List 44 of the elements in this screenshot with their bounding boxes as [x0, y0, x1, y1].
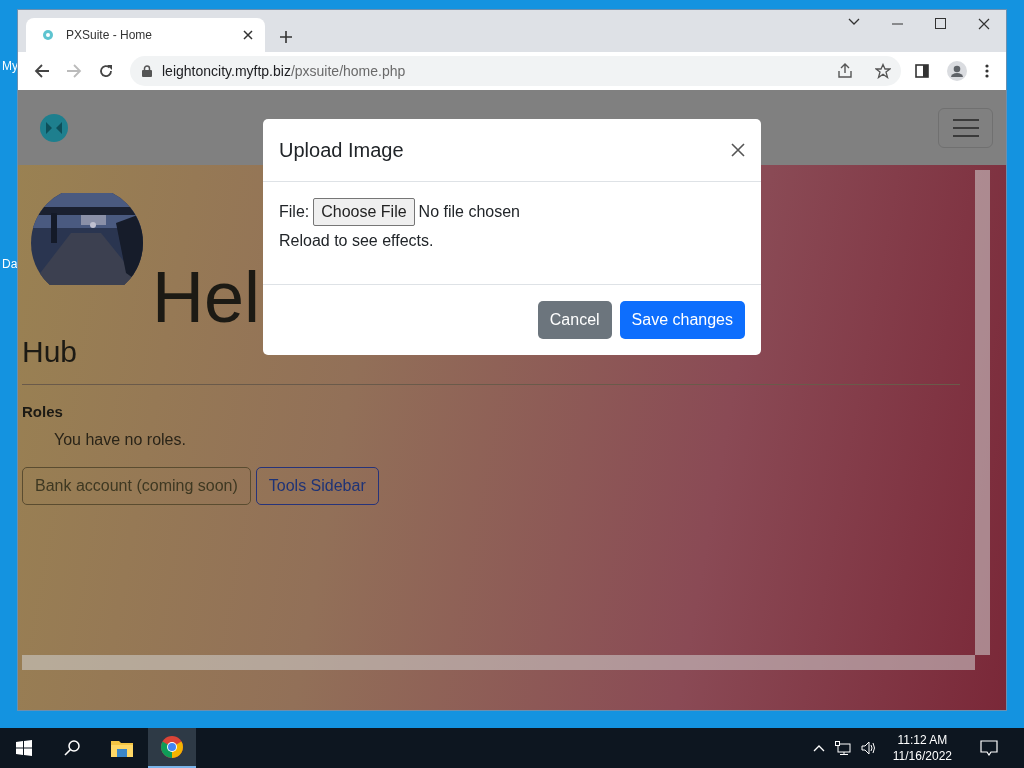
chevron-down-icon[interactable]: [848, 18, 860, 26]
browser-tab[interactable]: PXSuite - Home: [26, 18, 265, 52]
scrollbar[interactable]: [975, 170, 990, 655]
desktop-icon-label: Da: [2, 257, 18, 271]
new-tab-icon[interactable]: [279, 30, 293, 44]
sidebar-icon[interactable]: [915, 64, 929, 78]
scrollbar[interactable]: [22, 655, 975, 670]
speaker-icon[interactable]: [860, 741, 877, 755]
more-menu-icon[interactable]: [985, 64, 989, 78]
section-label: Roles: [22, 403, 64, 420]
profile-icon[interactable]: [947, 61, 967, 81]
roles-message: You have no roles.: [54, 431, 187, 449]
page-subheading: Hub: [22, 335, 79, 367]
network-icon[interactable]: [834, 741, 851, 755]
cancel-button[interactable]: Cancel: [537, 301, 612, 339]
share-icon[interactable]: [837, 63, 853, 79]
browser-icon: [160, 735, 184, 759]
taskbar-app[interactable]: [148, 728, 196, 768]
notification-icon[interactable]: [980, 740, 998, 756]
search-icon[interactable]: [64, 740, 80, 756]
clock[interactable]: 11:12 AM 11/16/2022: [892, 732, 952, 764]
caret-up-icon[interactable]: [812, 744, 825, 752]
field-label: File:: [279, 203, 310, 221]
choose-file-button[interactable]: Choose File: [313, 198, 415, 226]
menu-button[interactable]: [938, 107, 993, 148]
url-text: leightoncity.myftp.biz/pxsuite/home.php: [162, 63, 406, 79]
lock-icon: [142, 65, 152, 77]
windows-start-icon[interactable]: [16, 740, 32, 756]
close-icon[interactable]: [243, 30, 253, 40]
back-arrow-icon[interactable]: [34, 63, 50, 79]
star-icon[interactable]: [875, 63, 891, 79]
help-text: Reload to see effects.: [279, 232, 435, 250]
desktop-icon-label: My: [2, 59, 18, 73]
file-status: No file chosen: [418, 203, 520, 221]
close-icon[interactable]: [731, 143, 745, 157]
page-heading: Hel: [152, 261, 261, 333]
modal-title: Upload Image: [279, 138, 404, 162]
maximize-icon[interactable]: [935, 18, 946, 29]
address-bar[interactable]: leightoncity.myftp.biz/pxsuite/home.php: [130, 56, 901, 86]
reload-icon[interactable]: [98, 63, 114, 79]
folder-icon: [111, 739, 133, 757]
save-button[interactable]: Save changes: [619, 301, 745, 339]
menu-icon: [952, 117, 979, 138]
close-icon[interactable]: [978, 18, 990, 30]
